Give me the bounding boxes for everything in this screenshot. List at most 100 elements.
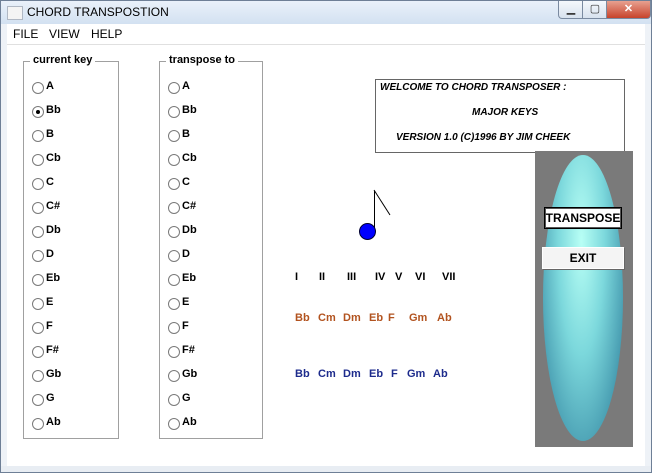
radio-button[interactable]: [32, 202, 44, 214]
radio-label: F#: [182, 344, 195, 356]
radio-button[interactable]: [32, 322, 44, 334]
radio-button[interactable]: [168, 394, 180, 406]
menu-view[interactable]: VIEW: [49, 27, 80, 41]
numeral: V: [395, 271, 403, 283]
radio-label: Db: [182, 224, 197, 236]
welcome-line-2: MAJOR KEYS: [472, 107, 539, 118]
radio-label: D: [46, 248, 54, 260]
radio-label: A: [46, 80, 54, 92]
chord: Ab: [433, 368, 448, 380]
radio-label: F: [46, 320, 53, 332]
radio-button[interactable]: [32, 418, 44, 430]
transpose-button[interactable]: TRANSPOSE: [544, 207, 622, 229]
radio-button[interactable]: [32, 370, 44, 382]
menu-help[interactable]: HELP: [91, 27, 122, 41]
radio-button[interactable]: [32, 394, 44, 406]
radio-label: B: [46, 128, 54, 140]
title-bar: CHORD TRANSPOSTION ▁ ▢ ✕: [1, 1, 651, 24]
maximize-button[interactable]: ▢: [582, 1, 608, 19]
client-area: current key A Bb B Cb C C# Db D Eb E F F# Gb G Ab tran…: [7, 45, 645, 466]
radio-label: C#: [182, 200, 197, 212]
radio-label: C#: [46, 200, 61, 212]
radio-label: Cb: [46, 152, 61, 164]
chord: Bb: [295, 368, 310, 380]
radio-label: Gb: [182, 368, 198, 380]
app-icon: [7, 6, 23, 20]
radio-label: E: [46, 296, 54, 308]
radio-label: C: [182, 176, 190, 188]
chord: Gm: [407, 368, 426, 380]
radio-button[interactable]: [168, 82, 180, 94]
radio-label: G: [182, 392, 191, 404]
radio-label: F: [182, 320, 189, 332]
exit-button[interactable]: EXIT: [542, 247, 624, 269]
radio-label: Bb: [46, 104, 61, 116]
radio-button[interactable]: [32, 178, 44, 190]
chord: Ab: [437, 312, 452, 324]
radio-button[interactable]: [168, 178, 180, 190]
radio-label: Ab: [46, 416, 61, 428]
radio-label: D: [182, 248, 190, 260]
radio-button[interactable]: [32, 250, 44, 262]
chord: F: [391, 368, 398, 380]
radio-button[interactable]: [168, 250, 180, 262]
radio-label: Db: [46, 224, 61, 236]
radio-button[interactable]: [32, 154, 44, 166]
radio-label: E: [182, 296, 190, 308]
radio-label: Eb: [46, 272, 61, 284]
radio-label: Bb: [182, 104, 197, 116]
radio-button[interactable]: [168, 226, 180, 238]
radio-button[interactable]: [32, 346, 44, 358]
numeral: II: [319, 271, 326, 283]
radio-label: F#: [46, 344, 59, 356]
chord: F: [388, 312, 395, 324]
radio-button[interactable]: [168, 346, 180, 358]
radio-button[interactable]: [32, 226, 44, 238]
chord: Gm: [409, 312, 428, 324]
radio-label: C: [46, 176, 54, 188]
radio-button[interactable]: [168, 370, 180, 382]
egg-graphic: [543, 155, 623, 441]
radio-label: Ab: [182, 416, 197, 428]
menu-bar: FILE VIEW HELP: [7, 24, 645, 45]
transpose-to-group: transpose to A Bb B Cb C C# Db D Eb E F F# Gb G Ab: [159, 54, 263, 439]
welcome-line-3: VERSION 1.0 (C)1996 BY JIM CHEEK: [396, 132, 571, 143]
radio-label: Cb: [182, 152, 197, 164]
radio-button[interactable]: [32, 274, 44, 286]
chord: Bb: [295, 312, 310, 324]
welcome-box: WELCOME TO CHORD TRANSPOSER : MAJOR KEYS…: [375, 79, 625, 153]
numeral: I: [295, 271, 299, 283]
radio-button[interactable]: [168, 202, 180, 214]
music-note-icon: [359, 223, 376, 240]
menu-file[interactable]: FILE: [13, 27, 38, 41]
app-window: CHORD TRANSPOSTION ▁ ▢ ✕ FILE VIEW HELP …: [0, 0, 652, 473]
welcome-line-1: WELCOME TO CHORD TRANSPOSER :: [380, 82, 567, 93]
current-key-title: current key: [30, 54, 96, 66]
radio-button[interactable]: [168, 322, 180, 334]
radio-button[interactable]: [32, 130, 44, 142]
chord: Cm: [318, 312, 336, 324]
decorative-image: [535, 151, 633, 447]
radio-button[interactable]: [32, 298, 44, 310]
radio-button[interactable]: [32, 82, 44, 94]
close-button[interactable]: ✕: [606, 1, 651, 19]
radio-button[interactable]: [168, 154, 180, 166]
radio-button[interactable]: [32, 106, 44, 118]
chord: Dm: [343, 368, 361, 380]
chord: Eb: [369, 312, 384, 324]
chord: Dm: [343, 312, 361, 324]
current-key-group: current key A Bb B Cb C C# Db D Eb E F F# Gb G Ab: [23, 54, 119, 439]
window-title: CHORD TRANSPOSTION: [27, 5, 169, 19]
numeral: VII: [442, 271, 456, 283]
radio-button[interactable]: [168, 106, 180, 118]
numeral: IV: [375, 271, 386, 283]
radio-button[interactable]: [168, 418, 180, 430]
chord: Cm: [318, 368, 336, 380]
radio-label: G: [46, 392, 55, 404]
numeral: VI: [415, 271, 426, 283]
radio-button[interactable]: [168, 274, 180, 286]
radio-button[interactable]: [168, 130, 180, 142]
chord: Eb: [369, 368, 384, 380]
radio-button[interactable]: [168, 298, 180, 310]
minimize-button[interactable]: ▁: [558, 1, 584, 19]
